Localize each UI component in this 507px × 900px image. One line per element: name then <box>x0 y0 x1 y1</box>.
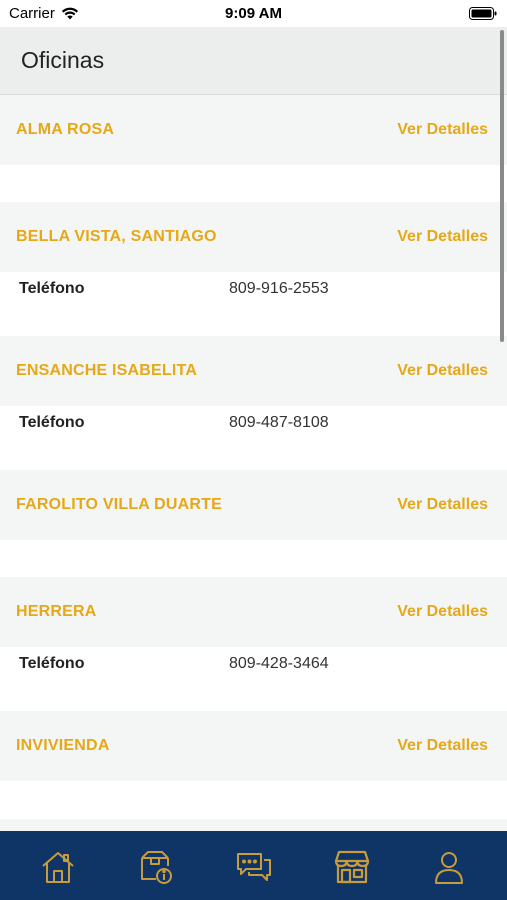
office-name: FAROLITO VILLA DUARTE <box>16 496 222 513</box>
office-body: Teléfono 809-428-3464 <box>0 647 507 711</box>
chat-icon[interactable] <box>235 848 273 886</box>
page-title: Oficinas <box>21 47 105 73</box>
package-info-icon[interactable] <box>136 848 174 886</box>
details-link[interactable]: Ver Detalles <box>397 121 488 139</box>
details-link[interactable]: Ver Detalles <box>397 228 488 246</box>
status-time: 9:09 AM <box>225 5 282 22</box>
battery-icon <box>469 7 497 25</box>
office-header: BELLA VISTA, SANTIAGO Ver Detalles <box>0 202 507 272</box>
list-item: ALMA ROSA Ver Detalles <box>0 95 507 202</box>
details-link[interactable]: Ver Detalles <box>397 603 488 621</box>
office-header: FAROLITO VILLA DUARTE Ver Detalles <box>0 470 507 540</box>
office-header: HERRERA Ver Detalles <box>0 577 507 647</box>
office-name: INVIVIENDA <box>16 737 110 754</box>
office-header: ALMA ROSA Ver Detalles <box>0 95 507 165</box>
scrollbar[interactable] <box>500 30 504 342</box>
details-link[interactable]: Ver Detalles <box>397 496 488 514</box>
home-icon[interactable] <box>39 848 77 886</box>
office-body: Teléfono 809-916-2553 <box>0 272 507 336</box>
office-name: BELLA VISTA, SANTIAGO <box>16 228 217 245</box>
list-item: ENSANCHE ISABELITA Ver Detalles Teléfono… <box>0 336 507 470</box>
details-link[interactable]: Ver Detalles <box>397 737 488 755</box>
status-bar: Carrier 9:09 AM <box>0 0 507 27</box>
phone-number: 809-916-2553 <box>229 280 329 297</box>
office-body <box>0 165 507 202</box>
list-item: BELLA VISTA, SANTIAGO Ver Detalles Teléf… <box>0 202 507 336</box>
office-name: ALMA ROSA <box>16 121 115 138</box>
office-header: INVIVIENDA Ver Detalles <box>0 711 507 781</box>
list-item: INVIVIENDA Ver Detalles <box>0 711 507 819</box>
office-body <box>0 540 507 577</box>
office-body <box>0 781 507 819</box>
list-item: FAROLITO VILLA DUARTE Ver Detalles <box>0 470 507 577</box>
phone-label: Teléfono <box>19 280 85 297</box>
details-link[interactable]: Ver Detalles <box>397 362 488 380</box>
phone-label: Teléfono <box>19 414 85 431</box>
list-item: HERRERA Ver Detalles Teléfono 809-428-34… <box>0 577 507 711</box>
office-list[interactable]: ALMA ROSA Ver Detalles BELLA VISTA, SANT… <box>0 95 507 839</box>
office-name: HERRERA <box>16 603 97 620</box>
store-icon[interactable] <box>333 848 371 886</box>
tab-bar <box>0 831 507 900</box>
phone-label: Teléfono <box>19 655 85 672</box>
office-body: Teléfono 809-487-8108 <box>0 406 507 470</box>
phone-number: 809-428-3464 <box>229 655 329 672</box>
office-name: ENSANCHE ISABELITA <box>16 362 198 379</box>
nav-header: Oficinas <box>0 27 507 95</box>
office-header: ENSANCHE ISABELITA Ver Detalles <box>0 336 507 406</box>
phone-number: 809-487-8108 <box>229 414 329 431</box>
profile-icon[interactable] <box>430 848 468 886</box>
